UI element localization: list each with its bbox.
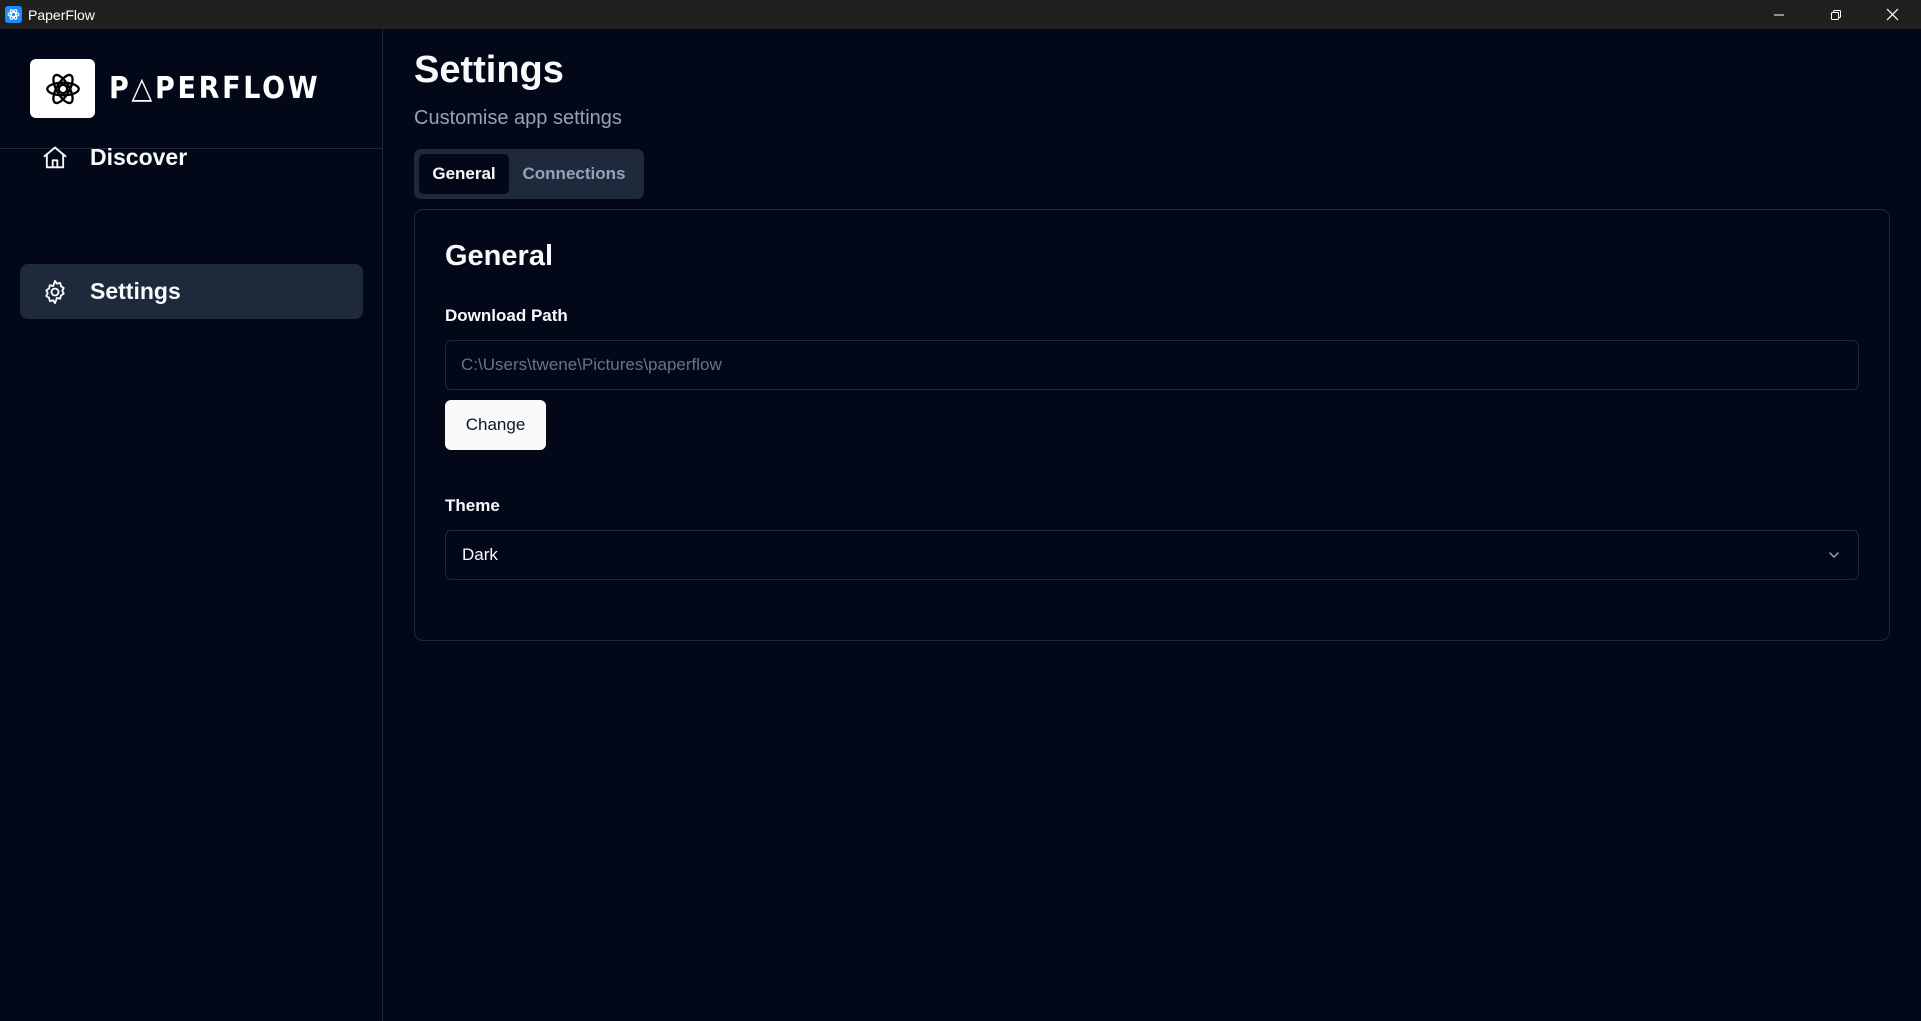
download-path-label: Download Path [445, 306, 568, 325]
paperflow-app-icon [5, 6, 22, 23]
tab-general[interactable]: General [419, 154, 509, 194]
sidebar-item-discover[interactable]: Discover [20, 130, 363, 185]
sidebar-item-settings[interactable]: Settings [20, 264, 363, 319]
theme-select[interactable]: Dark [445, 530, 1859, 580]
gear-icon [40, 277, 70, 307]
chevron-down-icon [1829, 552, 1839, 558]
general-settings-card: General Download Path Change Theme Dark [414, 209, 1890, 641]
brand-name: P△PERFLOW [109, 71, 321, 106]
card-title: General [445, 240, 553, 272]
page-title: Settings [414, 49, 564, 91]
download-path-input[interactable] [445, 340, 1859, 390]
tab-list: General Connections [414, 149, 644, 199]
page-subtitle: Customise app settings [414, 107, 622, 129]
knot-logo [30, 59, 95, 118]
theme-label: Theme [445, 496, 500, 515]
sidebar: P△PERFLOW Discover Settings [0, 29, 383, 1021]
window-controls [1750, 0, 1921, 29]
close-icon[interactable] [1864, 0, 1921, 29]
brand[interactable]: P△PERFLOW [30, 59, 344, 118]
home-icon [40, 143, 70, 173]
sidebar-item-label: Settings [90, 278, 181, 304]
sidebar-item-label: Discover [90, 144, 188, 170]
restore-icon[interactable] [1807, 0, 1864, 29]
minimize-icon[interactable] [1750, 0, 1807, 29]
window-title: PaperFlow [28, 6, 95, 23]
window-titlebar: PaperFlow [0, 0, 1921, 29]
theme-selected-value: Dark [462, 545, 498, 564]
change-path-button[interactable]: Change [445, 400, 546, 450]
tab-connections[interactable]: Connections [509, 154, 639, 194]
